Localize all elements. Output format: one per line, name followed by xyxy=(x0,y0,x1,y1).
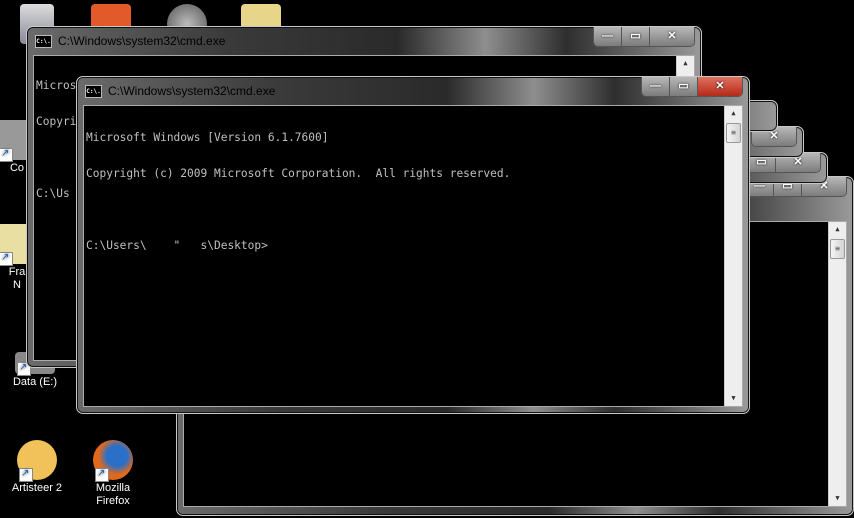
scrollbar[interactable]: ▲ ≡ ▼ xyxy=(724,106,742,406)
desktop-icon-label: Data (E:) xyxy=(12,376,57,388)
palette-icon xyxy=(17,440,57,482)
scroll-thumb[interactable]: ≡ xyxy=(830,239,845,259)
window-title-text: C:\Windows\system32\cmd.exe xyxy=(58,34,226,48)
console-line: Microsoft Windows [Version 6.1.7600] xyxy=(86,131,329,144)
desktop-icon-label: Fra N xyxy=(8,266,26,291)
shortcut-arrow-icon xyxy=(0,147,13,162)
scroll-up-button[interactable]: ▲ xyxy=(829,222,846,237)
window-controls: — ▭ ✕ xyxy=(641,77,743,97)
console-area[interactable]: Microsoft Windows [Version 6.1.7600] Cop… xyxy=(83,105,743,407)
scrollbar[interactable]: ▲ ≡ ▼ xyxy=(828,222,846,506)
close-button[interactable]: ✕ xyxy=(698,77,742,96)
desktop-icon-firefox[interactable]: Mozilla Firefox xyxy=(78,440,148,508)
scroll-thumb[interactable]: ≡ xyxy=(726,123,741,143)
window-controls: — ▭ ✕ xyxy=(593,27,695,47)
maximize-button[interactable]: ▭ xyxy=(670,77,698,96)
cmd-icon: C:\. xyxy=(85,84,102,98)
shortcut-arrow-icon xyxy=(0,251,13,266)
scroll-up-button[interactable]: ▲ xyxy=(677,56,694,71)
desktop-icon-artisteer[interactable]: Artisteer 2 xyxy=(2,440,72,495)
window-title-text: C:\Windows\system32\cmd.exe xyxy=(108,84,276,98)
minimize-button[interactable]: — xyxy=(594,27,622,46)
command-prompt[interactable]: C:\Users\ " s\Desktop> xyxy=(84,240,742,252)
scroll-up-button[interactable]: ▲ xyxy=(725,106,742,121)
desktop-icon-label: Co xyxy=(9,162,25,174)
close-button[interactable]: ✕ xyxy=(650,27,694,46)
window-title: C:\. C:\Windows\system32\cmd.exe xyxy=(85,84,275,98)
window-title: C:\. C:\Windows\system32\cmd.exe xyxy=(35,34,225,48)
desktop-icon-label: Mozilla Firefox xyxy=(95,482,131,507)
minimize-button[interactable]: — xyxy=(642,77,670,96)
scroll-down-button[interactable]: ▼ xyxy=(725,391,742,406)
desktop-icon-label: Artisteer 2 xyxy=(11,482,63,494)
firefox-icon xyxy=(93,440,133,482)
cmd-window-front[interactable]: C:\. C:\Windows\system32\cmd.exe — ▭ ✕ M… xyxy=(76,76,750,414)
shortcut-arrow-icon xyxy=(95,467,109,482)
shortcut-arrow-icon xyxy=(19,467,33,482)
maximize-button[interactable]: ▭ xyxy=(622,27,650,46)
console-line: Copyright (c) 2009 Microsoft Corporation… xyxy=(86,167,511,180)
scroll-down-button[interactable]: ▼ xyxy=(829,491,846,506)
cmd-icon: C:\. xyxy=(35,34,52,48)
